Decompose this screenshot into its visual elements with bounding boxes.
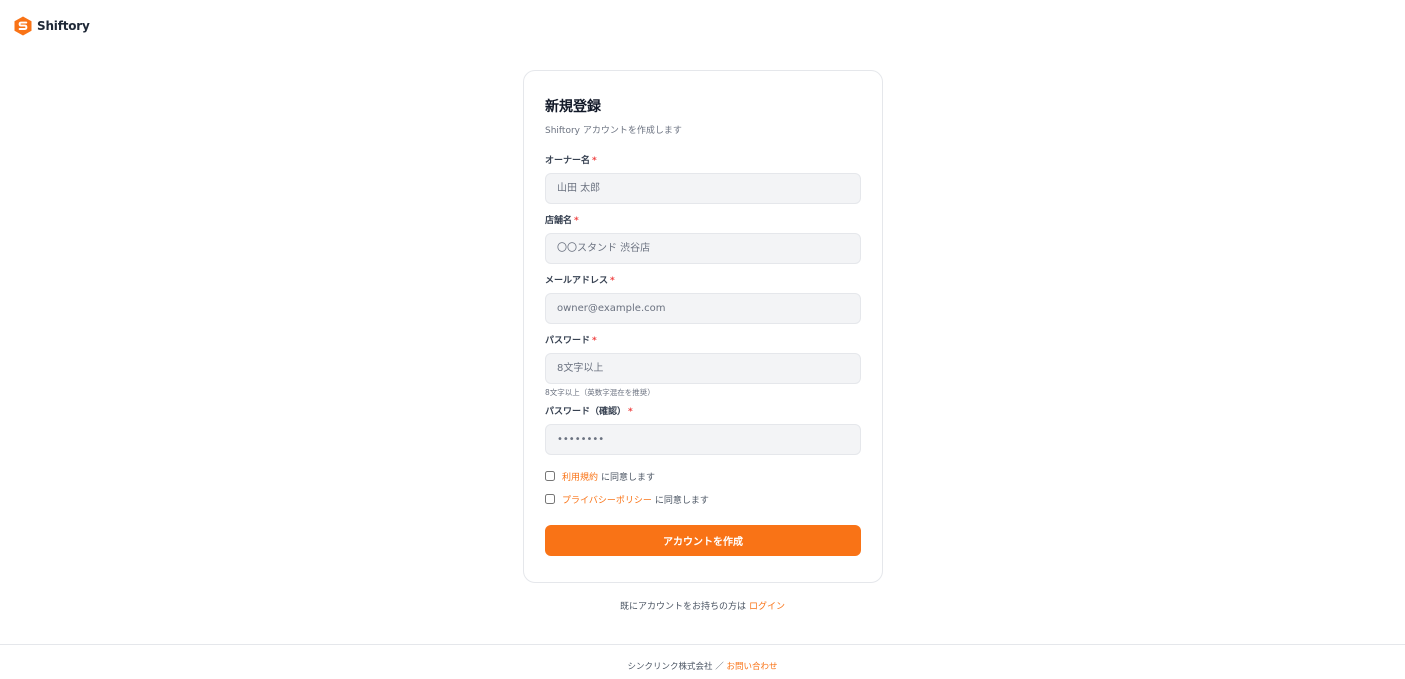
password-hint: 8文字以上（英数字混在を推奨） [545, 388, 655, 397]
login-prompt: 既にアカウントをお持ちの方は ログイン [0, 599, 1405, 612]
password-label-text: パスワード [545, 336, 591, 346]
password-group: パスワード * 8文字以上（英数字混在を推奨） [545, 335, 861, 398]
contact-link[interactable]: お問い合わせ [726, 662, 777, 672]
email-field[interactable] [545, 293, 861, 324]
password-input[interactable] [545, 353, 861, 384]
store-name-input[interactable] [545, 233, 861, 264]
email-label-text: メールアドレス [545, 276, 609, 286]
footer: シンクリンク株式会社 ／ お問い合わせ [0, 660, 1405, 672]
terms-agree-text: に同意します [601, 472, 656, 483]
privacy-checkbox[interactable] [545, 494, 555, 504]
password-confirm-input[interactable] [545, 424, 861, 455]
owner-name-label: オーナー名 * [545, 155, 861, 167]
login-link[interactable]: ログイン [749, 602, 785, 612]
password-confirm-group: パスワード（確認） * [545, 406, 861, 455]
company-name: シンクリンク株式会社 [627, 662, 713, 672]
password-label: パスワード * [545, 335, 861, 347]
privacy-agreement: プライバシーポリシー に同意します [545, 492, 861, 506]
page-subtitle: Shiftory アカウントを作成します [545, 126, 682, 136]
terms-link[interactable]: 利用規約 [562, 470, 598, 483]
password-confirm-label: パスワード（確認） * [545, 406, 861, 418]
brand-logo[interactable]: Shiftory [14, 16, 90, 36]
email-label: メールアドレス * [545, 275, 861, 287]
store-name-label-text: 店舗名 [545, 216, 573, 226]
page-title: 新規登録 [545, 99, 601, 115]
brand-name: Shiftory [37, 19, 90, 33]
privacy-policy-link[interactable]: プライバシーポリシー [562, 493, 652, 506]
store-name-group: 店舗名 * [545, 215, 861, 264]
required-mark: * [592, 336, 597, 346]
terms-agreement: 利用規約 に同意します [545, 469, 861, 483]
privacy-agree-text: に同意します [654, 495, 709, 506]
signup-card: 新規登録 Shiftory アカウントを作成します オーナー名* 店舗名* メー… [523, 70, 883, 583]
required-mark: * [628, 407, 633, 417]
terms-checkbox[interactable] [545, 471, 555, 481]
required-mark: * [592, 156, 597, 166]
owner-name-group: オーナー名 * [545, 155, 861, 204]
store-name-label: 店舗名 * [545, 215, 861, 227]
password-confirm-label-text: パスワード（確認） [545, 407, 627, 417]
required-mark: * [610, 276, 615, 286]
login-prompt-text: 既にアカウントをお持ちの方は [620, 602, 747, 612]
create-account-button[interactable]: アカウントを作成 [545, 525, 861, 556]
shiftory-logo-icon [14, 16, 32, 36]
email-group: メールアドレス * [545, 275, 861, 324]
required-mark: * [574, 216, 579, 226]
footer-divider [0, 644, 1405, 645]
owner-name-label-text: オーナー名 [545, 156, 591, 166]
footer-separator: ／ [715, 662, 724, 672]
owner-name-input[interactable] [545, 173, 861, 204]
